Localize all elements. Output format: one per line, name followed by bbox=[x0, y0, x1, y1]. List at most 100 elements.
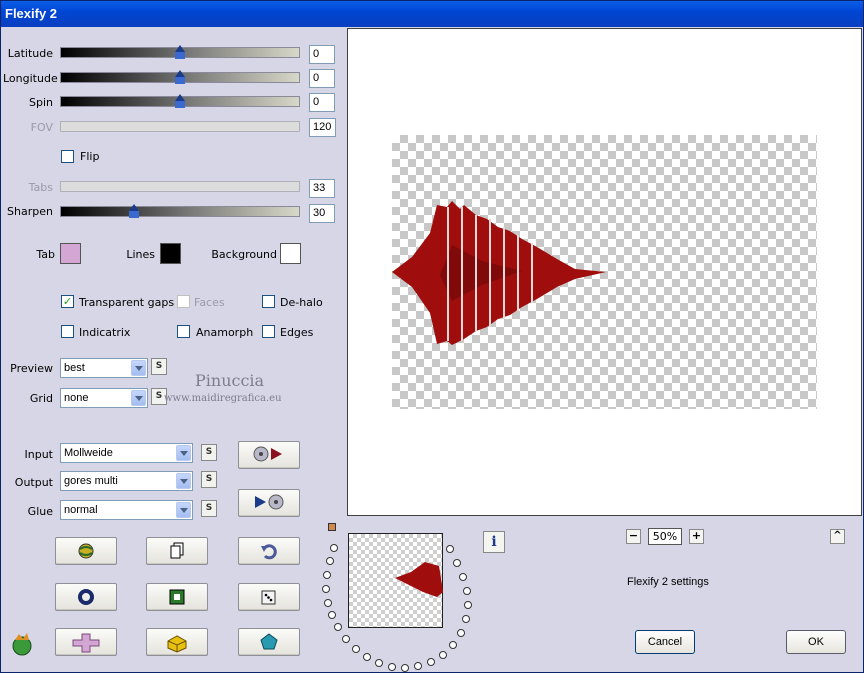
orbit-dot[interactable] bbox=[326, 557, 334, 565]
orbit-dot[interactable] bbox=[464, 601, 472, 609]
output-select[interactable]: gores multi bbox=[60, 471, 193, 491]
latitude-slider[interactable] bbox=[60, 45, 300, 60]
latitude-slider-thumb[interactable] bbox=[174, 45, 186, 60]
transparent-gaps-checkbox[interactable]: ✓ bbox=[61, 295, 74, 308]
orbit-dot[interactable] bbox=[334, 623, 342, 631]
preview-s-button[interactable]: S bbox=[151, 358, 167, 375]
fov-value[interactable]: 120 bbox=[309, 118, 336, 137]
orbit-dot[interactable] bbox=[401, 664, 409, 672]
tabs-slider bbox=[60, 181, 300, 192]
latitude-label: Latitude bbox=[7, 47, 53, 60]
orbit-dot[interactable] bbox=[363, 653, 371, 661]
undo-button[interactable] bbox=[238, 537, 300, 565]
randomize-button[interactable] bbox=[55, 537, 117, 565]
spin-slider-thumb[interactable] bbox=[174, 94, 186, 109]
edges-label: Edges bbox=[280, 326, 314, 339]
cross-button[interactable] bbox=[55, 628, 117, 656]
undo-icon bbox=[261, 544, 277, 560]
sharpen-slider-thumb[interactable] bbox=[128, 204, 140, 219]
tab-color-swatch[interactable] bbox=[60, 243, 81, 264]
orbit-dot[interactable] bbox=[427, 658, 435, 666]
fov-label: FOV bbox=[30, 121, 53, 134]
cube-button[interactable] bbox=[146, 628, 208, 656]
preview-canvas[interactable] bbox=[347, 28, 862, 516]
orbit-dot[interactable] bbox=[330, 544, 338, 552]
globe-icon bbox=[78, 543, 94, 559]
thumbnail-preview[interactable] bbox=[348, 533, 443, 628]
glue-select[interactable]: normal bbox=[60, 500, 193, 520]
orbit-dot[interactable] bbox=[459, 573, 467, 581]
longitude-slider-thumb[interactable] bbox=[174, 70, 186, 85]
lines-color-swatch[interactable] bbox=[160, 243, 181, 264]
sharpen-slider[interactable] bbox=[60, 204, 300, 219]
longitude-slider[interactable] bbox=[60, 70, 300, 85]
spin-value[interactable]: 0 bbox=[309, 93, 335, 112]
input-select[interactable]: Mollweide bbox=[60, 443, 193, 463]
edges-checkbox[interactable] bbox=[262, 325, 275, 338]
chevron-down-icon bbox=[131, 390, 146, 406]
frame-button[interactable] bbox=[146, 583, 208, 611]
orbit-dot[interactable] bbox=[446, 545, 454, 553]
spin-slider[interactable] bbox=[60, 94, 300, 109]
orbit-dot[interactable] bbox=[342, 635, 350, 643]
orbit-dot[interactable] bbox=[375, 659, 383, 667]
longitude-value[interactable]: 0 bbox=[309, 69, 335, 88]
tabs-value[interactable]: 33 bbox=[309, 179, 335, 198]
load-preset-button[interactable] bbox=[238, 441, 300, 469]
random-dice-button[interactable] bbox=[238, 583, 300, 611]
background-color-swatch[interactable] bbox=[280, 243, 301, 264]
info-button[interactable]: i bbox=[483, 531, 505, 553]
input-label: Input bbox=[24, 448, 53, 461]
glue-s-button[interactable]: S bbox=[201, 500, 217, 517]
transparency-checkerboard bbox=[392, 135, 817, 409]
pentagon-button[interactable] bbox=[238, 628, 300, 656]
save-preset-button[interactable] bbox=[238, 489, 300, 517]
orbit-dot[interactable] bbox=[462, 615, 470, 623]
flexified-shape-icon bbox=[392, 201, 606, 345]
glue-label: Glue bbox=[27, 505, 53, 518]
de-halo-checkbox[interactable] bbox=[262, 295, 275, 308]
spin-label: Spin bbox=[29, 96, 53, 109]
anamorph-checkbox[interactable] bbox=[177, 325, 190, 338]
indicatrix-checkbox[interactable] bbox=[61, 325, 74, 338]
orbit-dot[interactable] bbox=[439, 651, 447, 659]
zoom-in-button[interactable]: + bbox=[689, 529, 704, 544]
orbit-dot[interactable] bbox=[463, 587, 471, 595]
latitude-value[interactable]: 0 bbox=[309, 45, 335, 64]
grid-label: Grid bbox=[29, 392, 53, 405]
orbit-dot[interactable] bbox=[324, 599, 332, 607]
input-value: Mollweide bbox=[64, 447, 113, 459]
frame-icon bbox=[169, 589, 185, 605]
cancel-button[interactable]: Cancel bbox=[635, 630, 695, 654]
flip-checkbox[interactable] bbox=[61, 150, 74, 163]
orbit-dot[interactable] bbox=[323, 571, 331, 579]
app-logo-icon bbox=[9, 631, 35, 657]
orbit-dot[interactable] bbox=[449, 641, 457, 649]
sharpen-value[interactable]: 30 bbox=[309, 204, 335, 223]
orbit-dot[interactable] bbox=[328, 611, 336, 619]
flip-label: Flip bbox=[80, 150, 100, 163]
copy-button[interactable] bbox=[146, 537, 208, 565]
orbit-dot[interactable] bbox=[388, 663, 396, 671]
zoom-out-button[interactable]: − bbox=[626, 529, 641, 544]
input-s-button[interactable]: S bbox=[201, 444, 217, 461]
watermark-name: Pinuccia bbox=[195, 371, 265, 390]
grid-select[interactable]: none bbox=[60, 388, 148, 408]
output-s-button[interactable]: S bbox=[201, 471, 217, 488]
watermark-url: www.maidiregrafica.eu bbox=[164, 393, 282, 404]
transparent-gaps-label: Transparent gaps bbox=[79, 296, 175, 309]
orbit-dot[interactable] bbox=[453, 559, 461, 567]
pentagon-icon bbox=[260, 633, 278, 650]
orbit-dot[interactable] bbox=[414, 662, 422, 670]
thumbnail-handle[interactable] bbox=[328, 523, 336, 531]
orbit-dot[interactable] bbox=[322, 585, 330, 593]
zoom-level: 50% bbox=[648, 528, 682, 545]
ok-button[interactable]: OK bbox=[786, 630, 846, 654]
ring-icon bbox=[78, 589, 94, 605]
preview-quality-select[interactable]: best bbox=[60, 358, 148, 378]
ring-button[interactable] bbox=[55, 583, 117, 611]
tab-color-label: Tab bbox=[36, 248, 55, 261]
collapse-button[interactable]: ^ bbox=[830, 529, 845, 544]
orbit-dot[interactable] bbox=[457, 629, 465, 637]
orbit-dot[interactable] bbox=[352, 645, 360, 653]
